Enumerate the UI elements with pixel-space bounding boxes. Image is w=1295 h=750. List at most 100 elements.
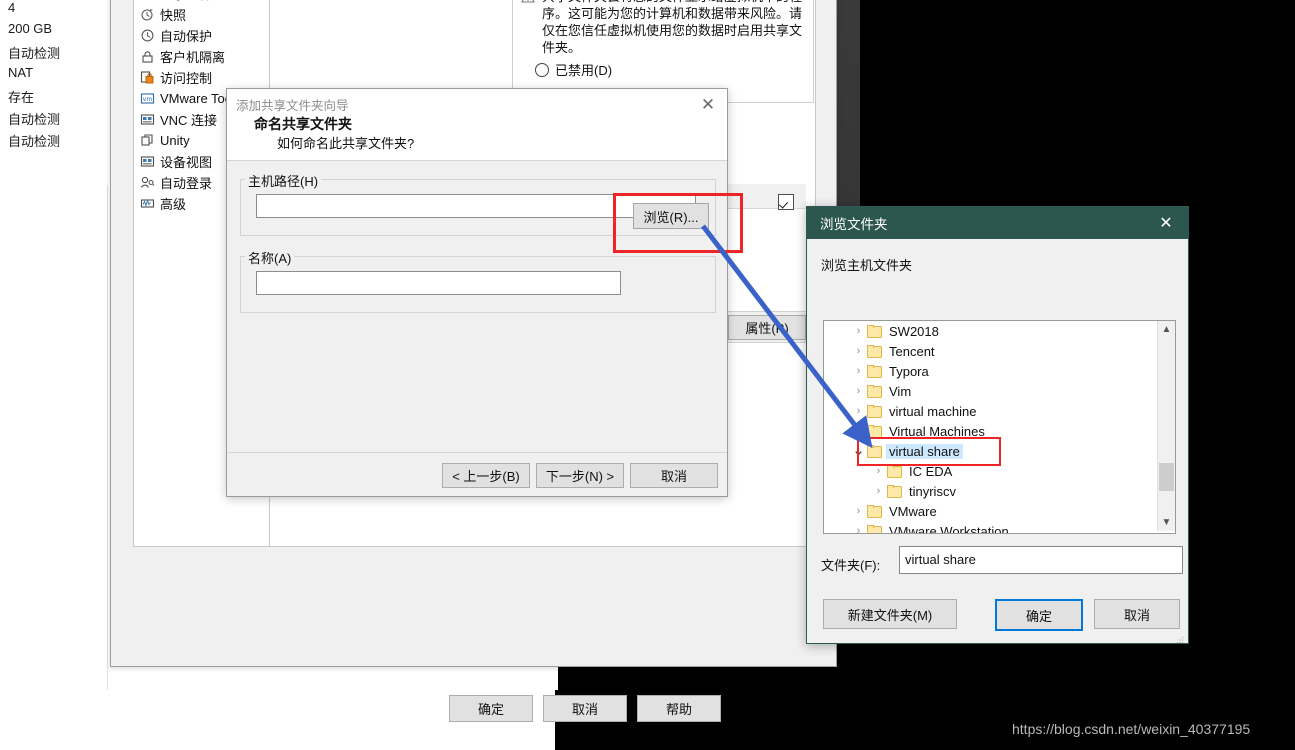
- settings-item-label: Unity: [160, 133, 190, 148]
- folder-tree-scrollbar[interactable]: ▲ ▼: [1157, 321, 1175, 531]
- settings-item-snapshot[interactable]: 快照: [134, 4, 269, 25]
- vmware-tools-icon: vm: [140, 91, 155, 106]
- vm-summary-values: 4 200 GB 自动检测 NAT 存在 自动检测 自动检测: [0, 0, 108, 185]
- folder-tree-row[interactable]: ⌄ virtual share: [824, 441, 1157, 461]
- folder-icon: [867, 445, 882, 458]
- wizard-next-button[interactable]: 下一步(N) >: [536, 463, 624, 488]
- folder-tree-row[interactable]: › Typora: [824, 361, 1157, 381]
- settings-help-button[interactable]: 帮助: [637, 695, 721, 722]
- settings-item-label: VNC 连接: [160, 113, 218, 128]
- scroll-down-icon[interactable]: ▼: [1158, 514, 1175, 531]
- folder-tree-label: virtual machine: [889, 403, 977, 419]
- shared-folder-icon: [140, 0, 155, 1]
- browse-cancel-button[interactable]: 取消: [1094, 599, 1180, 629]
- chevron-right-icon[interactable]: ›: [870, 485, 887, 497]
- chevron-right-icon[interactable]: ›: [870, 465, 887, 477]
- watermark: https://blog.csdn.net/weixin_40377195: [1012, 721, 1251, 737]
- folder-icon: [867, 325, 882, 338]
- browse-dialog-prompt: 浏览主机文件夹: [821, 258, 913, 273]
- close-icon[interactable]: ✕: [1144, 207, 1188, 239]
- host-path-label: 主机路径(H): [245, 171, 322, 190]
- access-control-icon: [140, 70, 155, 85]
- name-group: 名称(A): [240, 248, 716, 313]
- chevron-right-icon[interactable]: ›: [850, 325, 867, 337]
- browse-dialog-title: 浏览文件夹: [820, 217, 888, 232]
- browse-ok-button[interactable]: 确定: [995, 599, 1083, 631]
- settings-item-label: 客户机隔离: [160, 50, 226, 65]
- disabled-radio-option[interactable]: 已禁用(D): [513, 56, 813, 79]
- folder-tree-row[interactable]: › tinyriscv: [824, 481, 1157, 501]
- chevron-right-icon[interactable]: ›: [850, 505, 867, 517]
- folder-tree-label: VMware: [889, 503, 937, 519]
- chevron-right-icon[interactable]: ›: [850, 425, 867, 437]
- folder-field-label: 文件夹(F):: [821, 558, 881, 573]
- settings-item-label: 访问控制: [160, 71, 213, 86]
- folder-icon: [867, 385, 882, 398]
- folder-icon: [867, 365, 882, 378]
- folder-icon: [867, 505, 882, 518]
- device-view-icon: [140, 154, 155, 169]
- folder-tree-row[interactable]: › Virtual Machines: [824, 421, 1157, 441]
- settings-item-label: 共享文件夹: [160, 0, 225, 3]
- summary-value: 自动检测: [8, 46, 61, 61]
- folder-icon: [867, 425, 882, 438]
- folder-tree-row[interactable]: › SW2018: [824, 321, 1157, 341]
- folder-icon: [887, 485, 902, 498]
- folder-tree-row[interactable]: › Tencent: [824, 341, 1157, 361]
- folder-tree-label: SW2018: [889, 323, 939, 339]
- folder-tree[interactable]: › SW2018 › Tencent › Typora › Vim › virtual machi…: [823, 320, 1176, 534]
- chevron-down-icon[interactable]: ⌄: [850, 443, 867, 458]
- folder-tree-row[interactable]: › VMware Workstation: [824, 521, 1157, 534]
- folder-tree-label: VMware Workstation: [889, 523, 1009, 534]
- chevron-right-icon[interactable]: ›: [850, 525, 867, 533]
- settings-item-autoprotect[interactable]: 自动保护: [134, 25, 269, 46]
- settings-item-label: 高级: [160, 197, 187, 212]
- folder-icon: [867, 405, 882, 418]
- mount-shared-folder-checkbox[interactable]: [778, 194, 794, 210]
- lock-icon: [140, 49, 155, 64]
- close-icon[interactable]: ✕: [693, 93, 723, 117]
- settings-ok-button[interactable]: 确定: [449, 695, 533, 722]
- folder-tree-label: Vim: [889, 383, 912, 399]
- folder-tree-label: IC EDA: [909, 463, 953, 479]
- folder-tree-label: Tencent: [889, 343, 935, 359]
- folder-tree-row[interactable]: › VMware: [824, 501, 1157, 521]
- summary-value: 200 GB: [8, 21, 53, 36]
- settings-item-guest-isolation[interactable]: 客户机隔离: [134, 46, 269, 67]
- folder-tree-row[interactable]: › Vim: [824, 381, 1157, 401]
- folder-name-input[interactable]: virtual share: [899, 546, 1183, 574]
- wizard-title: 命名共享文件夹: [254, 116, 352, 132]
- scroll-up-icon[interactable]: ▲: [1158, 321, 1175, 338]
- settings-item-label: 自动保护: [160, 29, 213, 44]
- radio-icon: [535, 62, 549, 77]
- folder-tree-label: Virtual Machines: [889, 423, 985, 439]
- chevron-right-icon[interactable]: ›: [850, 385, 867, 397]
- disabled-option-label: 已禁用(D): [555, 63, 613, 78]
- summary-value: NAT: [8, 65, 34, 80]
- share-name-input[interactable]: [256, 271, 621, 295]
- new-folder-button[interactable]: 新建文件夹(M): [823, 599, 957, 629]
- mount-checkbox-strip: [726, 184, 806, 209]
- wizard-cancel-button[interactable]: 取消: [630, 463, 718, 488]
- svg-text:vm: vm: [143, 96, 153, 103]
- chevron-right-icon[interactable]: ›: [850, 405, 867, 417]
- vnc-icon: [140, 112, 155, 127]
- scrollbar-thumb[interactable]: [1159, 463, 1174, 491]
- folder-icon: [867, 525, 882, 533]
- host-path-input[interactable]: [256, 194, 696, 218]
- settings-cancel-button[interactable]: 取消: [543, 695, 627, 722]
- warning-text: 共享文件夹会将您的文件显示给虚拟机中的程序。这可能为您的计算机和数据带来风险。请…: [542, 0, 803, 55]
- properties-button[interactable]: 属性(P): [728, 315, 806, 340]
- folder-tree-row[interactable]: › virtual machine: [824, 401, 1157, 421]
- summary-value: 自动检测: [8, 134, 61, 149]
- chevron-right-icon[interactable]: ›: [850, 365, 867, 377]
- resize-grip-icon[interactable]: [1176, 632, 1184, 644]
- folder-tree-row[interactable]: › IC EDA: [824, 461, 1157, 481]
- summary-value: 4: [8, 0, 16, 15]
- settings-item-access-control[interactable]: 访问控制: [134, 67, 269, 88]
- wizard-back-button[interactable]: < 上一步(B): [442, 463, 530, 488]
- snapshot-icon: [140, 7, 155, 22]
- chevron-right-icon[interactable]: ›: [850, 345, 867, 357]
- browse-button[interactable]: 浏览(R)...: [633, 203, 709, 229]
- folder-tree-list: › SW2018 › Tencent › Typora › Vim › virtual machi…: [824, 321, 1157, 534]
